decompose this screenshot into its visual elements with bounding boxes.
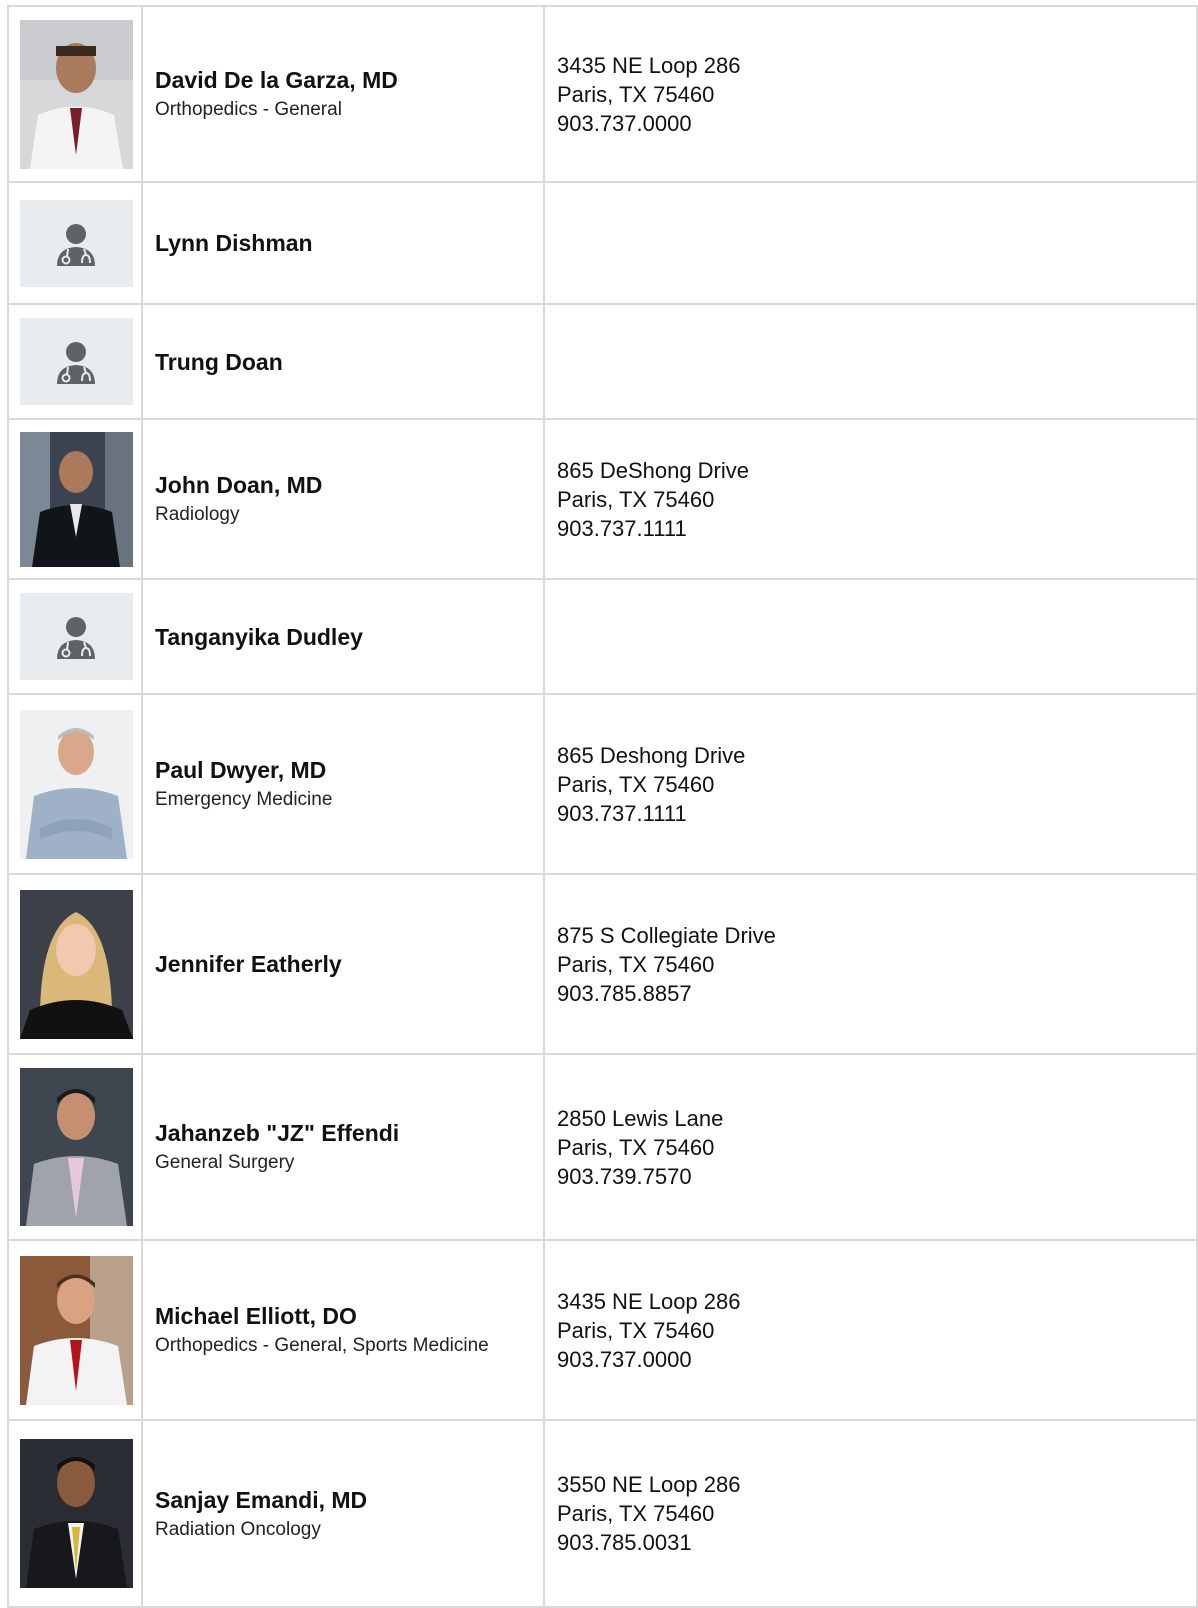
- doctor-placeholder-icon: [20, 318, 133, 405]
- phone-number[interactable]: 903.785.0031: [557, 1528, 1184, 1557]
- phone-number[interactable]: 903.737.1111: [557, 514, 1184, 543]
- photo-cell: [8, 6, 143, 183]
- provider-name[interactable]: Tanganyika Dudley: [155, 622, 531, 652]
- table-row: Tanganyika Dudley: [8, 579, 1198, 695]
- street-address: 875 S Collegiate Drive: [557, 922, 776, 948]
- name-cell: John Doan, MD Radiology: [142, 419, 545, 580]
- city-state-zip: Paris, TX 75460: [557, 81, 715, 107]
- provider-photo[interactable]: [20, 889, 133, 1039]
- phone-number[interactable]: 903.739.7570: [557, 1162, 1184, 1191]
- provider-specialty: Radiology: [155, 504, 240, 525]
- address-cell: 865 Deshong Drive Paris, TX 75460 903.73…: [544, 694, 1198, 875]
- table-row: Lynn Dishman: [8, 182, 1198, 305]
- name-cell: Michael Elliott, DO Orthopedics - Genera…: [142, 1240, 545, 1421]
- table-row: David De la Garza, MD Orthopedics - Gene…: [8, 6, 1198, 183]
- address-cell: [544, 579, 1198, 695]
- photo-cell: [8, 182, 143, 305]
- address-cell: 3435 NE Loop 286 Paris, TX 75460 903.737…: [544, 6, 1198, 183]
- name-cell: David De la Garza, MD Orthopedics - Gene…: [142, 6, 545, 183]
- name-cell: Trung Doan: [142, 304, 545, 420]
- address-cell: [544, 304, 1198, 420]
- city-state-zip: Paris, TX 75460: [557, 1501, 715, 1526]
- table-row: Jennifer Eatherly 875 S Collegiate Drive…: [8, 874, 1198, 1055]
- photo-cell: [8, 694, 143, 875]
- city-state-zip: Paris, TX 75460: [557, 951, 715, 977]
- provider-specialty: General Surgery: [155, 1152, 295, 1173]
- street-address: 3435 NE Loop 286: [557, 1288, 741, 1314]
- name-cell: Jahanzeb "JZ" Effendi General Surgery: [142, 1054, 545, 1241]
- provider-photo[interactable]: [20, 1255, 133, 1405]
- photo-cell: [8, 1054, 143, 1241]
- table-row: Sanjay Emandi, MD Radiation Oncology 355…: [8, 1420, 1198, 1608]
- doctor-placeholder-icon: [20, 199, 133, 287]
- phone-number[interactable]: 903.737.1111: [557, 799, 1184, 828]
- provider-name[interactable]: Paul Dwyer, MD: [155, 755, 531, 785]
- photo-cell: [8, 1420, 143, 1608]
- provider-name[interactable]: John Doan, MD: [155, 470, 531, 500]
- provider-specialty: Orthopedics - General, Sports Medicine: [155, 1335, 489, 1356]
- address-cell: 865 DeShong Drive Paris, TX 75460 903.73…: [544, 419, 1198, 580]
- provider-specialty: Radiation Oncology: [155, 1518, 321, 1540]
- phone-number[interactable]: 903.737.0000: [557, 1345, 1184, 1374]
- provider-specialty: Orthopedics - General: [155, 99, 342, 120]
- street-address: 865 Deshong Drive: [557, 742, 746, 768]
- table-row: Jahanzeb "JZ" Effendi General Surgery 28…: [8, 1054, 1198, 1241]
- provider-directory-table: David De la Garza, MD Orthopedics - Gene…: [7, 5, 1198, 1608]
- photo-cell: [8, 579, 143, 695]
- provider-name[interactable]: Lynn Dishman: [155, 228, 531, 258]
- provider-photo[interactable]: [20, 1439, 133, 1588]
- name-cell: Paul Dwyer, MD Emergency Medicine: [142, 694, 545, 875]
- provider-name[interactable]: David De la Garza, MD: [155, 65, 531, 95]
- provider-specialty: Emergency Medicine: [155, 789, 333, 810]
- address-cell: 3550 NE Loop 286 Paris, TX 75460 903.785…: [544, 1420, 1198, 1608]
- city-state-zip: Paris, TX 75460: [557, 1317, 715, 1343]
- provider-photo[interactable]: [20, 19, 133, 169]
- provider-name[interactable]: Michael Elliott, DO: [155, 1301, 531, 1331]
- name-cell: Lynn Dishman: [142, 182, 545, 305]
- address-cell: 2850 Lewis Lane Paris, TX 75460 903.739.…: [544, 1054, 1198, 1241]
- table-row: Trung Doan: [8, 304, 1198, 420]
- provider-name[interactable]: Trung Doan: [155, 347, 531, 377]
- name-cell: Jennifer Eatherly: [142, 874, 545, 1055]
- address-cell: 3435 NE Loop 286 Paris, TX 75460 903.737…: [544, 1240, 1198, 1421]
- phone-number[interactable]: 903.785.8857: [557, 979, 1184, 1008]
- street-address: 865 DeShong Drive: [557, 457, 750, 483]
- photo-cell: [8, 304, 143, 420]
- address-cell: [544, 182, 1198, 305]
- city-state-zip: Paris, TX 75460: [557, 486, 715, 512]
- photo-cell: [8, 419, 143, 580]
- street-address: 3550 NE Loop 286: [557, 1472, 741, 1497]
- photo-cell: [8, 874, 143, 1055]
- provider-name[interactable]: Jennifer Eatherly: [155, 949, 531, 979]
- name-cell: Tanganyika Dudley: [142, 579, 545, 695]
- provider-name[interactable]: Jahanzeb "JZ" Effendi: [155, 1118, 531, 1148]
- street-address: 2850 Lewis Lane: [557, 1105, 724, 1131]
- provider-photo[interactable]: [20, 709, 133, 859]
- street-address: 3435 NE Loop 286: [557, 52, 741, 78]
- city-state-zip: Paris, TX 75460: [557, 1134, 715, 1160]
- address-cell: 875 S Collegiate Drive Paris, TX 75460 9…: [544, 874, 1198, 1055]
- photo-cell: [8, 1240, 143, 1421]
- phone-number[interactable]: 903.737.0000: [557, 109, 1184, 138]
- provider-name[interactable]: Sanjay Emandi, MD: [155, 1485, 531, 1515]
- table-row: John Doan, MD Radiology 865 DeShong Driv…: [8, 419, 1198, 580]
- city-state-zip: Paris, TX 75460: [557, 771, 715, 797]
- name-cell: Sanjay Emandi, MD Radiation Oncology: [142, 1420, 545, 1608]
- table-row: Paul Dwyer, MD Emergency Medicine 865 De…: [8, 694, 1198, 875]
- doctor-placeholder-icon: [20, 593, 133, 680]
- table-row: Michael Elliott, DO Orthopedics - Genera…: [8, 1240, 1198, 1421]
- provider-photo[interactable]: [20, 431, 133, 567]
- provider-photo[interactable]: [20, 1068, 133, 1226]
